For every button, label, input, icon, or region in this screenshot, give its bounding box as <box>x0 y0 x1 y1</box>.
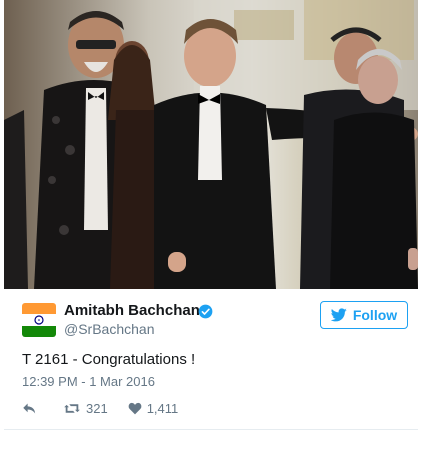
like-button[interactable]: 1,411 <box>128 400 179 416</box>
author-name[interactable]: Amitabh Bachchan <box>64 302 200 319</box>
follow-label: Follow <box>352 307 398 323</box>
avatar[interactable] <box>22 303 56 337</box>
reply-button[interactable] <box>22 402 37 415</box>
photo-illustration <box>4 0 418 289</box>
tweet-photo[interactable] <box>4 0 418 289</box>
retweet-count: 321 <box>86 400 108 416</box>
follow-button[interactable]: Follow <box>320 301 408 329</box>
verified-badge-icon <box>198 304 213 319</box>
twitter-bird-icon <box>330 308 347 322</box>
retweet-button[interactable]: 321 <box>63 401 108 416</box>
author-handle[interactable]: @SrBachchan <box>64 321 154 337</box>
heart-icon <box>128 402 142 414</box>
retweet-icon <box>64 403 80 413</box>
india-flag-avatar-icon <box>22 303 56 337</box>
tweet-card: Amitabh Bachchan @SrBachchan Follow T 21… <box>4 289 418 430</box>
tweet-actions: 321 1,411 <box>22 399 178 417</box>
tweet-timestamp[interactable]: 12:39 PM - 1 Mar 2016 <box>22 374 155 389</box>
tweet-text: T 2161 - Congratulations ! <box>22 351 196 368</box>
reply-icon <box>23 403 36 413</box>
like-count: 1,411 <box>146 400 179 416</box>
